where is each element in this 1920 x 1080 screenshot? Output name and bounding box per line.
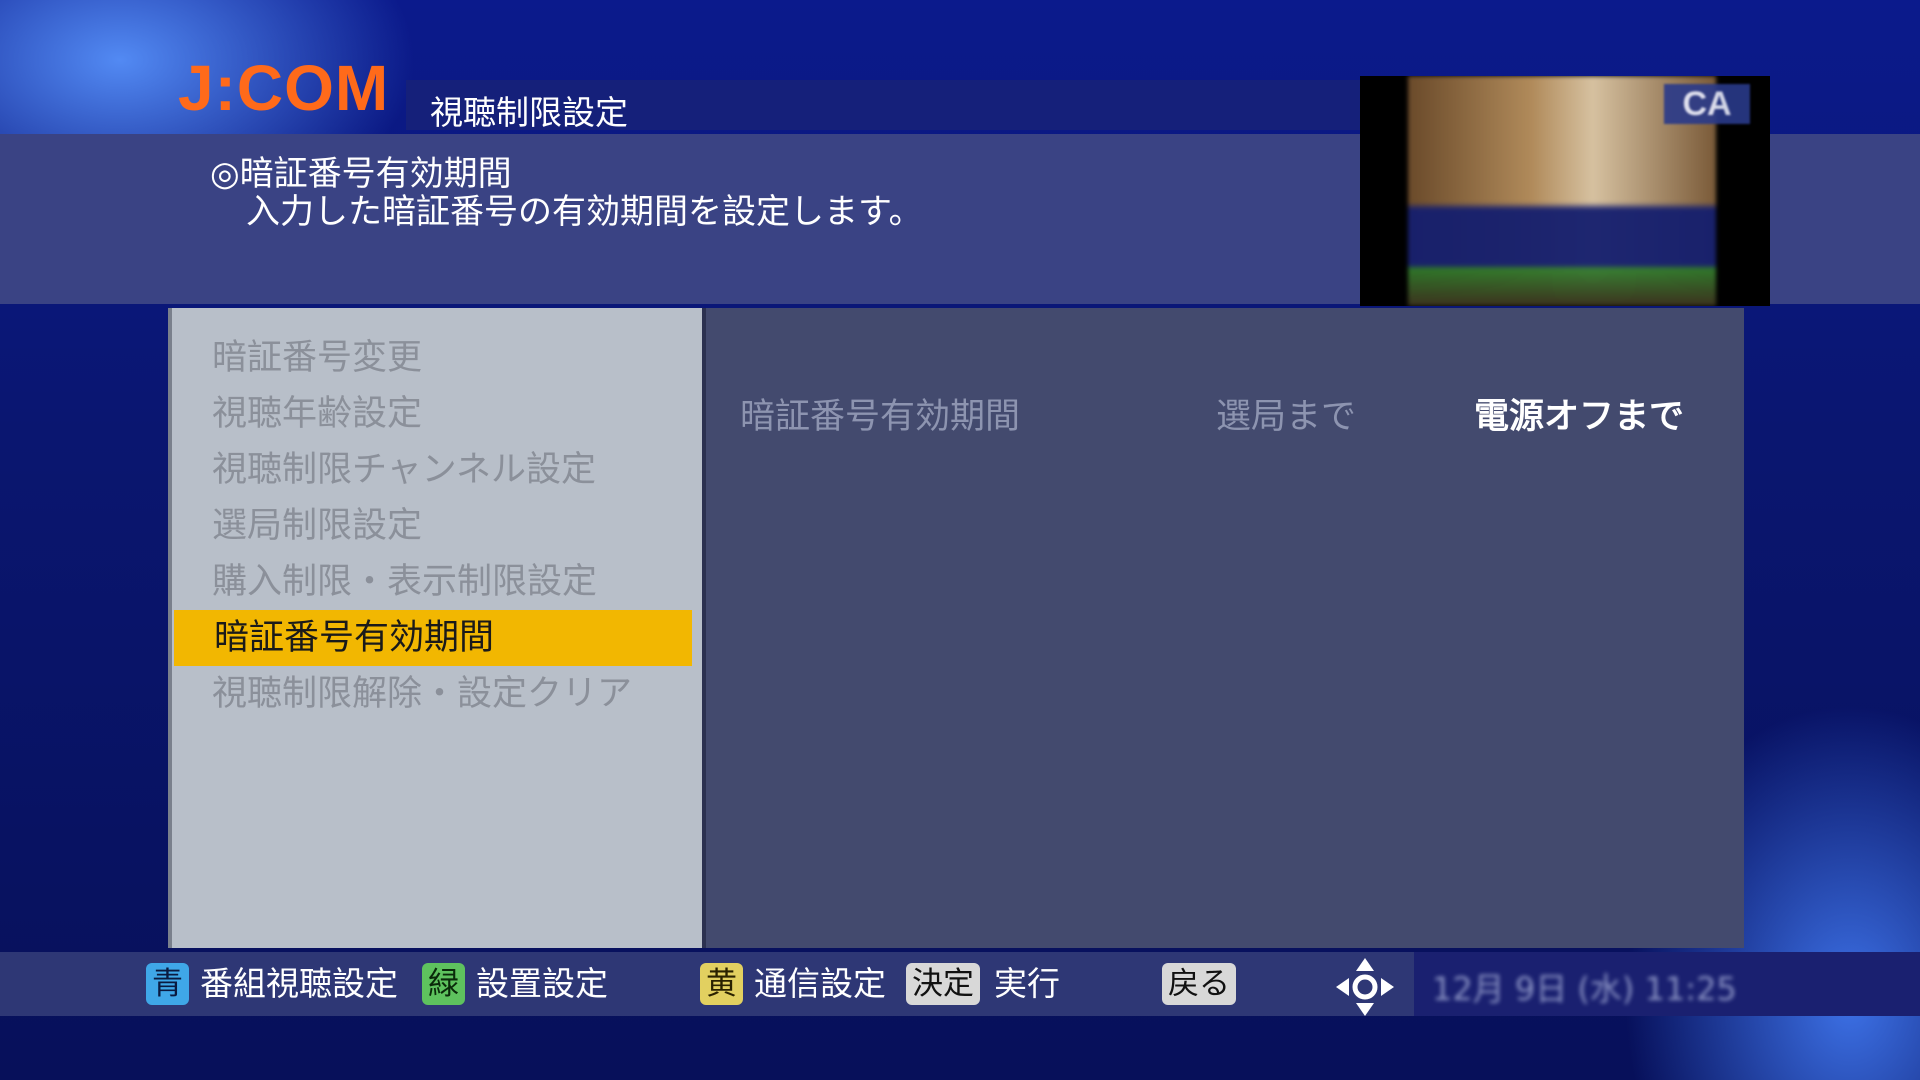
enter-key[interactable]: 決定 xyxy=(906,963,980,1005)
yellow-key-label: 通信設定 xyxy=(754,964,886,1003)
menu-item-pin-change[interactable]: 暗証番号変更 xyxy=(172,330,692,386)
green-key-label: 設置設定 xyxy=(476,964,608,1003)
option-until-power-off[interactable]: 電源オフまで xyxy=(1474,388,1684,439)
channel-badge: CA xyxy=(1664,84,1750,124)
yellow-key[interactable]: 黄 xyxy=(700,963,743,1005)
blue-key-label: 番組視聴設定 xyxy=(200,964,398,1003)
menu-item-pin-validity[interactable]: 暗証番号有効期間 xyxy=(174,610,692,666)
dpad-icon xyxy=(1334,956,1396,1018)
setting-label: 暗証番号有効期間 xyxy=(740,397,1021,437)
green-key[interactable]: 緑 xyxy=(422,963,465,1005)
menu-item-purchase-restriction[interactable]: 購入制限・表示制限設定 xyxy=(172,554,692,610)
menu-item-restriction-clear[interactable]: 視聴制限解除・設定クリア xyxy=(172,666,692,722)
settings-menu: 暗証番号変更 視聴年齢設定 視聴制限チャンネル設定 選局制限設定 購入制限・表示… xyxy=(172,330,692,722)
jcom-logo: J:COM xyxy=(178,52,390,124)
menu-item-channel-restriction[interactable]: 視聴制限チャンネル設定 xyxy=(172,442,692,498)
back-key[interactable]: 戻る xyxy=(1162,963,1236,1005)
menu-item-age-setting[interactable]: 視聴年齢設定 xyxy=(172,386,692,442)
tv-preview: CA xyxy=(1360,76,1770,306)
blue-key[interactable]: 青 xyxy=(146,963,189,1005)
dpad-svg xyxy=(1336,958,1394,1016)
option-until-tuning[interactable]: 選局まで xyxy=(1216,388,1356,439)
menu-item-tuning-restriction[interactable]: 選局制限設定 xyxy=(172,498,692,554)
clock: 12月 9日 (水) 11:25 xyxy=(1432,970,1737,1008)
page-title: 視聴制限設定 xyxy=(430,93,628,132)
enter-key-label: 実行 xyxy=(994,964,1060,1003)
info-description: 入力した暗証番号の有効期間を設定します。 xyxy=(246,192,923,232)
